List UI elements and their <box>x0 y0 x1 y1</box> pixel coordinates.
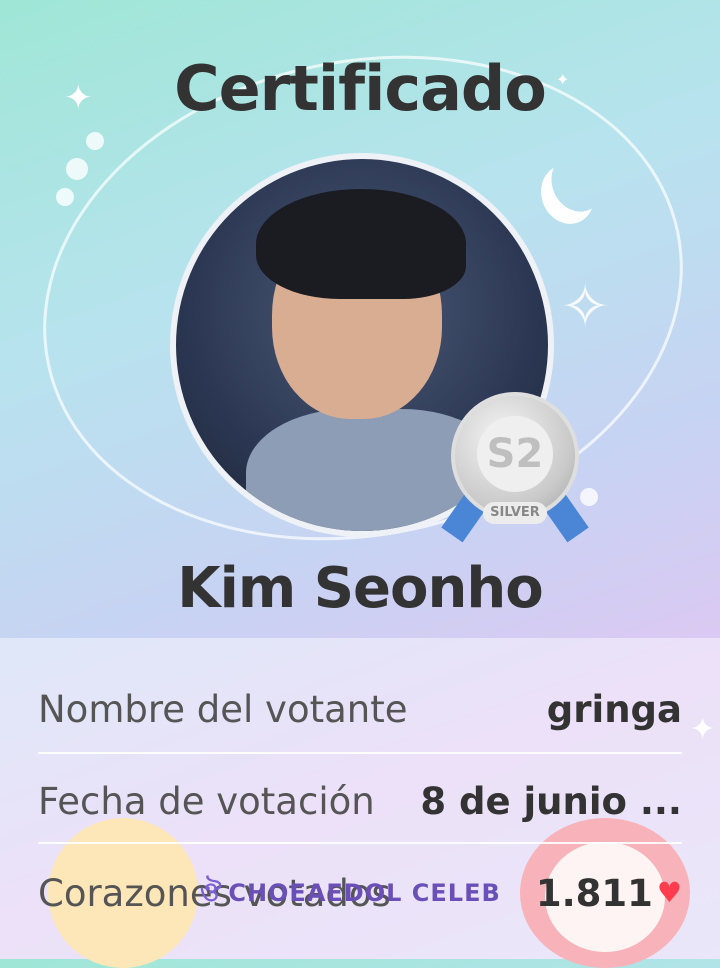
medal-mark: S2 <box>477 416 553 492</box>
sparkle-icon: ✧ <box>560 272 611 342</box>
detail-row-date: Fecha de votación 8 de junio ... <box>38 754 682 842</box>
decorative-dot <box>86 132 104 150</box>
date-value: 8 de junio ... <box>420 780 682 823</box>
choeaedol-logo-icon: ঔ <box>200 878 223 908</box>
certificate-title: Certificado <box>174 52 547 125</box>
celebrity-name: Kim Seonho <box>177 556 543 621</box>
photo-hair <box>256 189 466 299</box>
watermark: ঔ CHOEAEDOL CELEB <box>200 872 501 916</box>
voter-value: gringa <box>546 688 682 731</box>
detail-row-voter: Nombre del votante gringa <box>38 662 682 750</box>
hearts-value: 1.811 <box>535 872 653 915</box>
decorative-dot <box>56 188 74 206</box>
medal-label: SILVER <box>483 502 547 524</box>
divider <box>38 842 682 844</box>
heart-icon: ♥ <box>656 876 682 909</box>
decorative-dot <box>66 158 88 180</box>
watermark-text: CHOEAEDOL CELEB <box>228 879 501 907</box>
date-label: Fecha de votación <box>38 780 375 823</box>
voter-label: Nombre del votante <box>38 688 408 731</box>
medal: S2 <box>451 392 579 520</box>
silver-medal-icon: S2 SILVER <box>441 388 589 548</box>
hearts-value-wrap: 1.811 ♥ <box>536 872 682 915</box>
